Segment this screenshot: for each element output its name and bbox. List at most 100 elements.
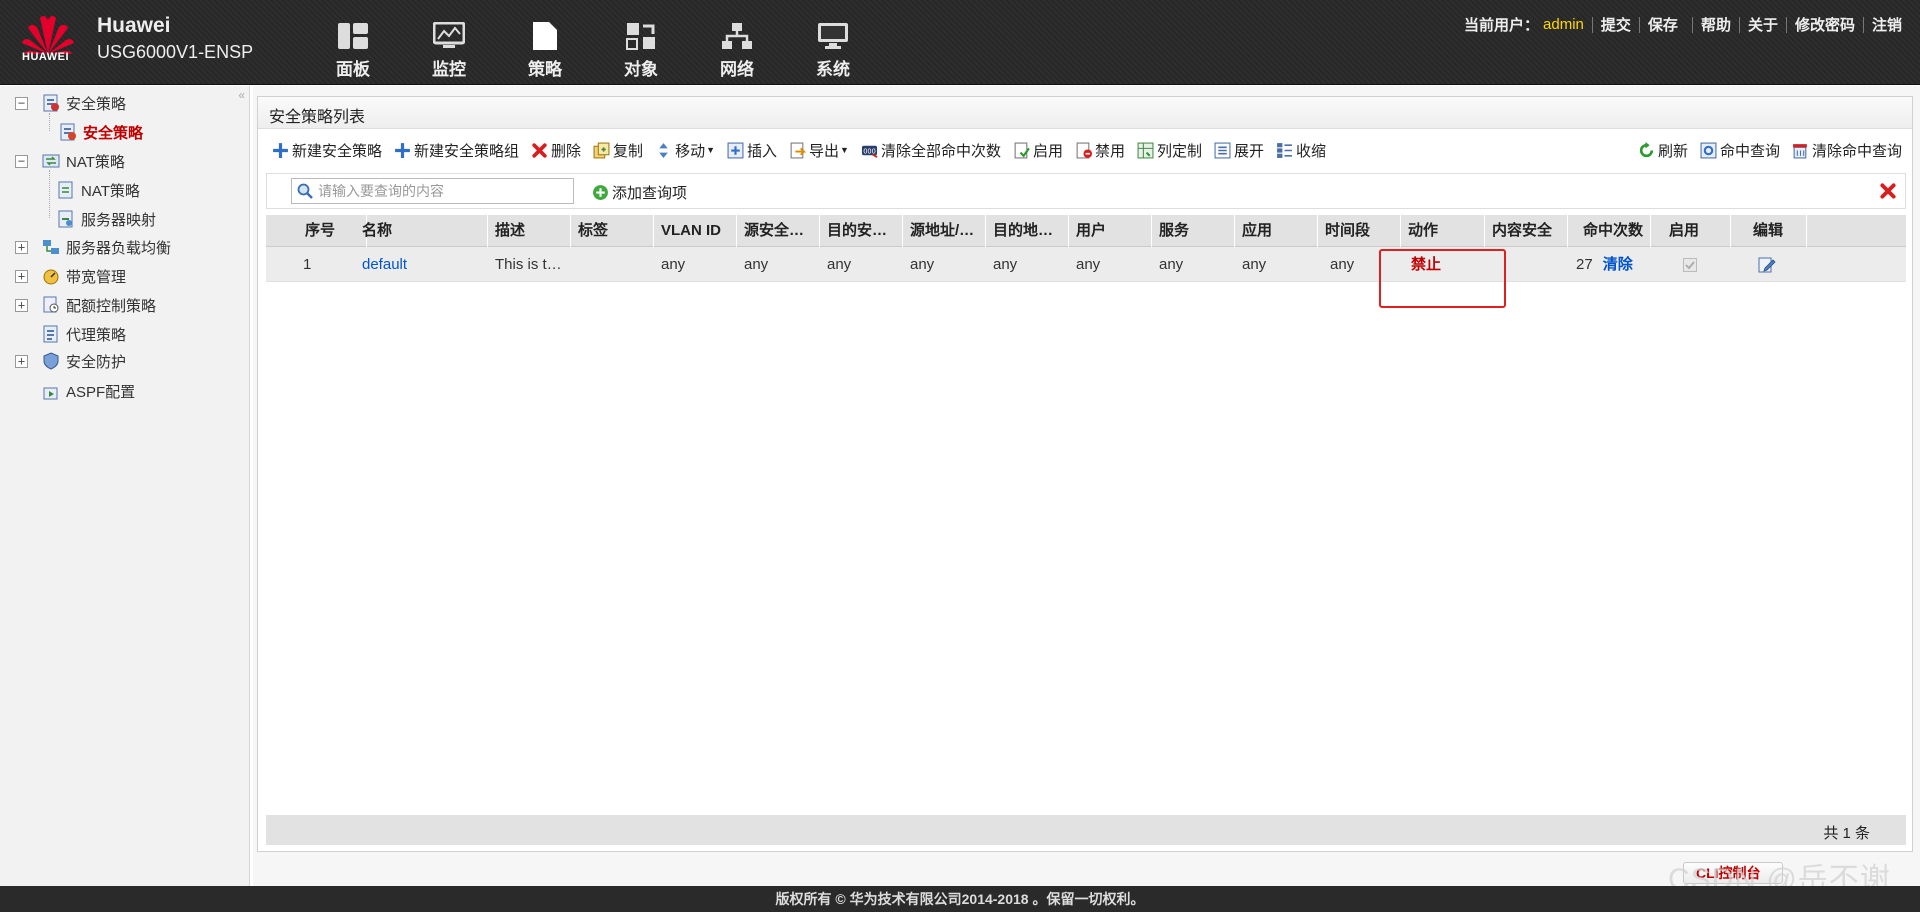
load-balance-icon xyxy=(43,240,59,254)
disable-button[interactable]: 禁用 xyxy=(1075,140,1125,161)
edit-icon[interactable] xyxy=(1758,256,1776,274)
copy-button[interactable]: 复制 xyxy=(593,140,643,161)
button-label: 命中查询 xyxy=(1719,142,1780,160)
insert-button[interactable]: 插入 xyxy=(727,140,777,161)
clear-hits-link[interactable]: 清除 xyxy=(1603,256,1633,273)
column-header[interactable]: 时间段 xyxy=(1318,215,1401,247)
plus-icon xyxy=(395,142,410,158)
policy-name-link[interactable]: default xyxy=(362,256,407,273)
sidebar-item-server-map[interactable]: 服务器映射 xyxy=(57,208,156,230)
collapse-icon xyxy=(1277,142,1292,158)
add-query-button[interactable]: 添加查询项 xyxy=(592,182,687,203)
column-header[interactable]: 启用 xyxy=(1651,215,1731,247)
export-dropdown-button[interactable]: 导出 ▼ xyxy=(789,140,849,161)
enable-button[interactable]: 启用 xyxy=(1013,140,1063,161)
move-dropdown-button[interactable]: 移动 ▼ xyxy=(655,140,715,161)
delete-button[interactable]: 删除 xyxy=(531,140,581,161)
separator xyxy=(1691,16,1693,33)
nav-system[interactable]: 系统 xyxy=(785,0,881,85)
cell-src-zone: any xyxy=(744,256,769,273)
sidebar-item-nat-policy[interactable]: NAT策略 xyxy=(57,179,140,201)
column-header[interactable]: 源地址/… xyxy=(903,215,986,247)
cell-enabled xyxy=(1676,247,1716,282)
nav-dashboard[interactable]: 面板 xyxy=(305,0,401,85)
change-password-link[interactable]: 修改密码 xyxy=(1795,14,1855,35)
tree-expand-toggle[interactable]: + xyxy=(15,241,28,254)
proxy-icon xyxy=(43,325,58,343)
help-link[interactable]: 帮助 xyxy=(1701,14,1731,35)
table-footer: 共 1 条 xyxy=(266,815,1906,845)
sidebar-item-aspf[interactable]: ASPF配置 xyxy=(42,380,135,402)
sidebar-item-nat[interactable]: NAT策略 xyxy=(42,150,125,172)
column-header[interactable]: 目的地… xyxy=(986,215,1069,247)
nav-monitor[interactable]: 监控 xyxy=(401,0,497,85)
nav-object[interactable]: 对象 xyxy=(593,0,689,85)
column-header[interactable]: 用户 xyxy=(1069,215,1152,247)
tree-expand-toggle[interactable]: + xyxy=(15,355,28,368)
clear-hit-query-button[interactable]: 清除命中查询 xyxy=(1792,140,1902,161)
sidebar-item-load-balance[interactable]: 服务器负载均衡 xyxy=(42,236,171,258)
column-header[interactable]: 编辑 xyxy=(1731,215,1807,247)
refresh-button[interactable]: 刷新 xyxy=(1638,140,1688,161)
enabled-checkbox[interactable] xyxy=(1683,258,1697,273)
column-header[interactable]: 源安全… xyxy=(737,215,820,247)
cell-tag xyxy=(571,247,654,282)
button-label: 列定制 xyxy=(1157,142,1203,160)
sidebar-item-bandwidth[interactable]: 带宽管理 xyxy=(42,265,126,287)
button-label: 收缩 xyxy=(1296,142,1327,160)
table-header: 序号 名称 描述 标签 VLAN ID 源安全… 目的安… 源地址/… 目的地…… xyxy=(266,215,1906,247)
brand: Huawei USG6000V1-ENSP xyxy=(97,14,253,63)
column-header[interactable]: 动作 xyxy=(1401,215,1485,247)
sidebar-item-label: 安全策略 xyxy=(83,124,144,142)
refresh-icon xyxy=(1639,141,1654,157)
tree-expand-toggle[interactable]: + xyxy=(15,299,28,312)
save-link[interactable]: 保存 xyxy=(1648,14,1678,35)
cell-seq: 1 xyxy=(303,256,312,273)
enable-icon xyxy=(1014,142,1030,158)
button-label: 展开 xyxy=(1234,142,1265,160)
new-policy-group-button[interactable]: 新建安全策略组 xyxy=(394,140,519,161)
policy-list-panel: 安全策略列表 新建安全策略 新建安全策略组 删除 复制 移动 ▼ 插入 导出 ▼… xyxy=(257,96,1913,852)
customize-columns-button[interactable]: 列定制 xyxy=(1137,140,1202,161)
tree-guide-line xyxy=(49,113,50,131)
table-row[interactable]: 1 default This is t… any any any any any… xyxy=(266,247,1906,282)
submit-link[interactable]: 提交 xyxy=(1601,14,1631,35)
collapse-sidebar-icon[interactable]: « xyxy=(238,88,245,102)
column-header[interactable]: 命中次数 xyxy=(1568,215,1651,247)
column-header[interactable]: 描述 xyxy=(488,215,571,247)
column-header[interactable]: 标签 xyxy=(571,215,654,247)
sidebar-item-label: 服务器映射 xyxy=(81,211,157,229)
column-header[interactable]: 应用 xyxy=(1235,215,1318,247)
tree-expand-toggle[interactable]: + xyxy=(15,270,28,283)
sidebar-item-quota[interactable]: 配额控制策略 xyxy=(42,294,156,316)
new-policy-button[interactable]: 新建安全策略 xyxy=(272,140,382,161)
disable-icon xyxy=(1076,142,1092,158)
sidebar-item-security-policy-list[interactable]: 安全策略 xyxy=(59,121,143,143)
expand-button[interactable]: 展开 xyxy=(1214,140,1264,161)
sidebar-item-security-protection[interactable]: 安全防护 xyxy=(42,350,126,372)
nav-network[interactable]: 网络 xyxy=(689,0,785,85)
tree-expand-toggle[interactable]: − xyxy=(15,155,28,168)
column-header[interactable]: 服务 xyxy=(1152,215,1235,247)
column-header[interactable]: VLAN ID xyxy=(654,215,737,247)
clear-all-hits-button[interactable]: 000 清除全部命中次数 xyxy=(861,140,1001,161)
delete-icon xyxy=(532,142,547,158)
nav-policy[interactable]: 策略 xyxy=(497,0,593,85)
cell-app: any xyxy=(1242,256,1267,273)
column-header[interactable]: 目的安… xyxy=(820,215,903,247)
sidebar-item-security-policy[interactable]: 安全策略 xyxy=(42,92,126,114)
cell-user: any xyxy=(1076,256,1101,273)
close-icon[interactable] xyxy=(1879,182,1897,200)
action-highlight-box xyxy=(1379,249,1506,308)
logout-link[interactable]: 注销 xyxy=(1872,14,1902,35)
tree-expand-toggle[interactable]: − xyxy=(15,97,28,110)
collapse-button[interactable]: 收缩 xyxy=(1276,140,1326,161)
about-link[interactable]: 关于 xyxy=(1748,14,1778,35)
plus-icon xyxy=(273,142,288,158)
logo-text: HUAWEI xyxy=(22,51,69,63)
sidebar-item-proxy[interactable]: 代理策略 xyxy=(42,323,126,345)
column-header[interactable]: 内容安全 xyxy=(1485,215,1568,247)
column-header[interactable]: 名称 xyxy=(355,215,488,247)
hit-query-button[interactable]: 命中查询 xyxy=(1700,140,1780,161)
search-input[interactable] xyxy=(291,178,574,204)
